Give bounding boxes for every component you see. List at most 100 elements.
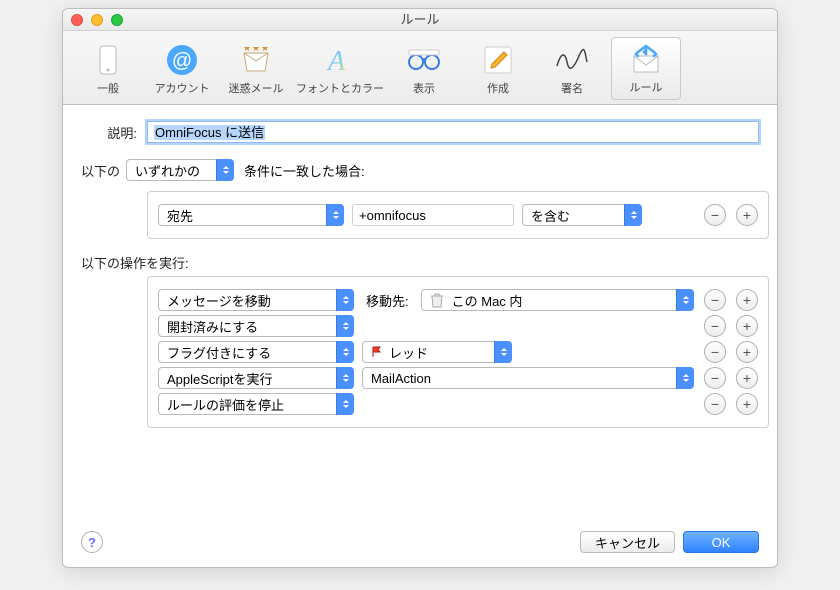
trash-icon [430,292,444,308]
toolbar-item-signatures[interactable]: 署名 [537,39,607,100]
action-type-popup[interactable]: メッセージを移動 [158,289,354,311]
add-action-button[interactable]: + [736,315,758,337]
fonts-icon: A [323,43,357,77]
conditions-suffix: 条件に一致した場合: [244,161,365,180]
action-type-value: メッセージを移動 [167,291,271,310]
svg-text:@: @ [172,50,192,72]
toolbar-label: ルール [612,79,680,95]
toolbar-label: アカウント [147,80,217,96]
actions-label: 以下の操作を実行: [81,253,759,272]
action-type-popup[interactable]: 開封済みにする [158,315,354,337]
action-dest-label: 移動先: [366,291,409,310]
svg-text:A: A [326,46,346,76]
toolbar-item-viewing[interactable]: 表示 [389,39,459,100]
description-row: 説明: OmniFocus に送信 [81,121,759,143]
remove-action-button[interactable]: − [704,341,726,363]
chevron-updown-icon [336,393,354,415]
chevron-updown-icon [336,289,354,311]
chevron-updown-icon [216,159,234,181]
action-type-popup[interactable]: フラグ付きにする [158,341,354,363]
action-dest-value: この Mac 内 [452,291,523,310]
toolbar-label: 表示 [389,80,459,96]
rules-window: ルール 一般 @ アカウント ★★★ 迷惑メール A フォントとカラー [62,8,778,568]
toolbar-item-general[interactable]: 一般 [73,39,143,100]
any-all-value: いずれかの [135,161,200,180]
action-row: ルールの評価を停止 − + [158,393,758,415]
junk-icon: ★★★ [239,43,273,77]
cancel-button[interactable]: キャンセル [580,531,675,553]
chevron-updown-icon [676,289,694,311]
add-action-button[interactable]: + [736,367,758,389]
action-type-value: フラグ付きにする [167,343,271,362]
conditions-box: 宛先 を含む − + [147,191,769,239]
action-script-popup[interactable]: MailAction [362,367,694,389]
chevron-updown-icon [676,367,694,389]
remove-action-button[interactable]: − [704,315,726,337]
titlebar[interactable]: ルール [63,9,777,31]
toolbar-item-accounts[interactable]: @ アカウント [147,39,217,100]
traffic-lights [71,14,123,26]
action-type-popup[interactable]: ルールの評価を停止 [158,393,354,415]
zoom-icon[interactable] [111,14,123,26]
add-action-button[interactable]: + [736,393,758,415]
ok-button[interactable]: OK [683,531,759,553]
chevron-updown-icon [494,341,512,363]
description-input[interactable]: OmniFocus に送信 [147,121,759,143]
chevron-updown-icon [336,341,354,363]
toolbar-label: フォントとカラー [295,80,385,96]
toolbar-label: 作成 [463,80,533,96]
action-flag-value: レッド [389,343,428,362]
condition-header-value: 宛先 [167,206,193,225]
remove-action-button[interactable]: − [704,393,726,415]
conditions-header: 以下の いずれかの 条件に一致した場合: [81,159,759,181]
description-label: 説明: [81,123,137,142]
action-script-value: MailAction [371,371,431,386]
help-button[interactable]: ? [81,531,103,553]
close-icon[interactable] [71,14,83,26]
toolbar-label: 迷惑メール [221,80,291,96]
viewing-icon [407,43,441,77]
description-value: OmniFocus に送信 [154,125,265,140]
action-type-popup[interactable]: AppleScriptを実行 [158,367,354,389]
action-type-value: AppleScriptを実行 [167,369,272,388]
chevron-updown-icon [326,204,344,226]
general-icon [91,43,125,77]
condition-header-popup[interactable]: 宛先 [158,204,344,226]
remove-action-button[interactable]: − [704,367,726,389]
remove-condition-button[interactable]: − [704,204,726,226]
remove-action-button[interactable]: − [704,289,726,311]
condition-value-input[interactable] [352,204,514,226]
add-action-button[interactable]: + [736,289,758,311]
action-type-value: ルールの評価を停止 [167,395,284,414]
at-icon: @ [165,43,199,77]
toolbar: 一般 @ アカウント ★★★ 迷惑メール A フォントとカラー 表示 [63,31,777,105]
rules-icon [629,42,663,76]
window-title: ルール [400,12,439,27]
any-all-popup[interactable]: いずれかの [126,159,234,181]
toolbar-label: 一般 [73,80,143,96]
chevron-updown-icon [336,367,354,389]
composing-icon [481,43,515,77]
action-dest-popup[interactable]: この Mac 内 [421,289,694,311]
action-row: メッセージを移動 移動先: この Mac 内 − + [158,289,758,311]
action-row: フラグ付きにする レッド − + [158,341,758,363]
toolbar-item-rules[interactable]: ルール [611,37,681,100]
conditions-prefix: 以下の [81,161,120,180]
chevron-updown-icon [336,315,354,337]
condition-op-popup[interactable]: を含む [522,204,642,226]
svg-text:★★★: ★★★ [243,47,270,54]
add-action-button[interactable]: + [736,341,758,363]
toolbar-item-junk[interactable]: ★★★ 迷惑メール [221,39,291,100]
condition-row: 宛先 を含む − + [158,204,758,226]
action-row: 開封済みにする − + [158,315,758,337]
action-flag-popup[interactable]: レッド [362,341,512,363]
toolbar-item-fonts[interactable]: A フォントとカラー [295,39,385,100]
signature-icon [555,43,589,77]
action-row: AppleScriptを実行 MailAction − + [158,367,758,389]
flag-icon [371,346,383,358]
footer: ? キャンセル OK [63,531,777,567]
condition-op-value: を含む [531,206,570,225]
add-condition-button[interactable]: + [736,204,758,226]
minimize-icon[interactable] [91,14,103,26]
toolbar-item-composing[interactable]: 作成 [463,39,533,100]
